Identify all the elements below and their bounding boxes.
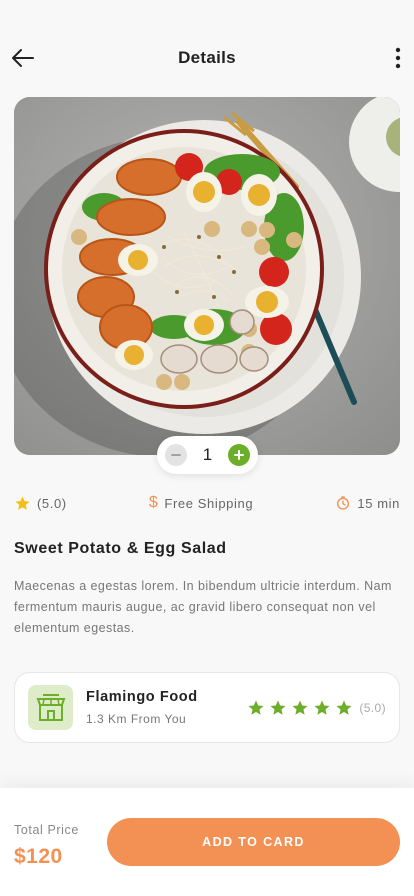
rating-summary: (5.0) [14,495,67,512]
increase-quantity-button[interactable] [228,444,250,466]
minus-icon [171,454,181,456]
time-label: 15 min [357,495,400,511]
checkout-bar: Total Price $120 ADD TO CARD [0,788,414,896]
stopwatch-icon [337,496,350,510]
total-price-value: $120 [14,845,63,868]
page-title: Details [178,48,236,67]
star-icon [292,700,308,715]
product-image [14,97,400,455]
rating-value: (5.0) [37,495,67,511]
quantity-stepper: 1 [157,436,258,474]
store-card[interactable]: Flamingo Food 1.3 Km From You (5.0) [14,672,400,743]
star-icon [336,700,352,715]
more-options-button[interactable] [392,46,404,70]
store-rating-value: (5.0) [359,700,386,715]
decrease-quantity-button[interactable] [165,444,187,466]
add-to-cart-button[interactable]: ADD TO CARD [107,818,400,866]
product-name: Sweet Potato & Egg Salad [14,540,227,557]
store-name: Flamingo Food [86,689,198,705]
plus-icon [234,450,244,460]
shipping-label: Free Shipping [164,495,254,511]
star-icon [248,700,264,715]
store-distance: 1.3 Km From You [86,712,187,726]
store-icon [36,693,65,721]
star-icon [15,495,30,510]
product-description: Maecenas a egestas lorem. In bibendum ul… [14,579,392,635]
quantity-value: 1 [202,445,213,464]
more-vertical-icon [395,47,401,69]
arrow-left-icon [12,49,34,67]
dollar-icon: $ [148,494,159,511]
total-price-label: Total Price [14,823,79,837]
shipping-info: $ Free Shipping [149,494,253,512]
top-bar: Details [0,36,414,80]
star-icon [314,700,330,715]
back-button[interactable] [10,46,36,70]
store-logo [28,685,73,730]
delivery-time: 15 min [335,495,400,511]
product-meta-row: (5.0) $ Free Shipping 15 min [14,492,400,514]
store-rating: (5.0) [247,699,386,717]
store-info: Flamingo Food 1.3 Km From You [86,689,247,726]
star-icon [270,700,286,715]
